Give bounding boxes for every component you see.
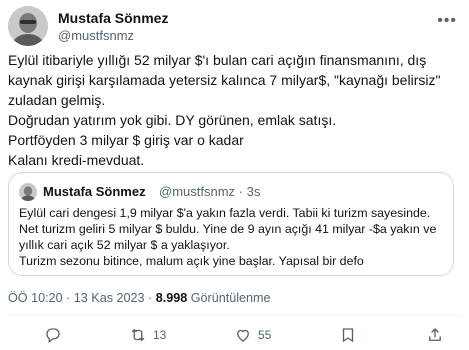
- tweet-line: Kalanı kredi-mevduat.: [8, 152, 145, 168]
- quoted-tweet[interactable]: Mustafa Sönmez @mustfsnmz · 3s Eylül car…: [8, 172, 454, 276]
- author-handle[interactable]: @mustfsnmz: [58, 28, 134, 44]
- tweet-line: Eylül itibariyle yıllığı 52 milyar $'ı b…: [8, 52, 445, 108]
- views-label: Görüntülenme: [190, 291, 271, 305]
- bookmark-button[interactable]: [339, 324, 357, 346]
- tweet-text: Eylül itibariyle yıllığı 52 milyar $'ı b…: [8, 50, 460, 170]
- bookmark-icon: [342, 328, 354, 343]
- views-count: 8.998: [155, 291, 188, 305]
- action-bar: 13 55: [8, 324, 463, 350]
- quoted-author-handle: @mustfsnmz · 3s: [159, 184, 261, 199]
- retweet-icon: [131, 328, 145, 342]
- author-avatar[interactable]: [8, 6, 48, 46]
- retweet-count: 13: [153, 328, 167, 342]
- like-count: 55: [258, 328, 272, 342]
- author-name[interactable]: Mustafa Sönmez: [58, 10, 168, 27]
- reply-button[interactable]: [44, 324, 68, 346]
- like-icon: [237, 329, 249, 342]
- tweet-header: Mustafa Sönmez @mustfsnmz •••: [8, 6, 463, 48]
- like-button[interactable]: 55: [234, 324, 271, 346]
- divider: [8, 315, 461, 316]
- share-button[interactable]: [426, 324, 444, 346]
- share-icon: [429, 328, 441, 341]
- retweet-button[interactable]: 13: [129, 324, 166, 346]
- quoted-author-avatar: [19, 183, 37, 201]
- tweet-line: Doğrudan yatırım yok gibi. DY görünen, e…: [8, 112, 337, 128]
- quoted-tweet-text: Eylül cari dengesi 1,9 milyar $'a yakın …: [19, 205, 443, 269]
- quoted-tweet-header: Mustafa Sönmez @mustfsnmz · 3s: [19, 183, 439, 201]
- more-icon[interactable]: •••: [437, 12, 457, 30]
- tweet-timestamp[interactable]: ÖÖ 10:20 · 13 Kas 2023 ·: [8, 291, 152, 305]
- reply-icon: [46, 328, 60, 344]
- quoted-author-name: Mustafa Sönmez: [43, 184, 146, 199]
- tweet-meta: ÖÖ 10:20 · 13 Kas 2023 · 8.998 Görüntüle…: [8, 290, 271, 306]
- quoted-line: Turizm sezonu bitince, malum açık yine b…: [19, 254, 364, 268]
- quoted-line: Eylül cari dengesi 1,9 milyar $'a yakın …: [19, 206, 437, 252]
- tweet-line: Portföyden 3 milyar $ giriş var o kadar: [8, 132, 244, 148]
